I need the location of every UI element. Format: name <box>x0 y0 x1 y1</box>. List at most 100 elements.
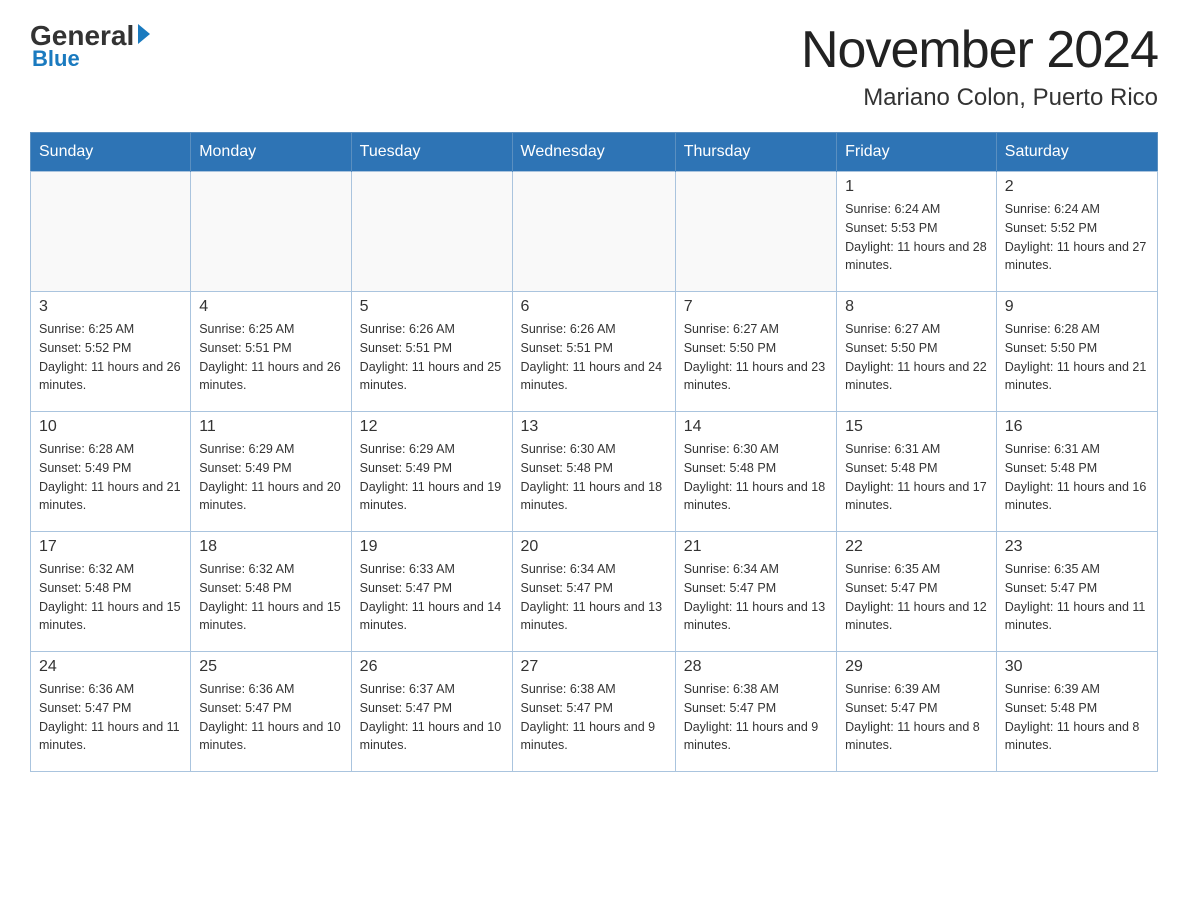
day-info: Sunrise: 6:38 AMSunset: 5:47 PMDaylight:… <box>684 680 828 755</box>
calendar-cell: 27 Sunrise: 6:38 AMSunset: 5:47 PMDayligh… <box>512 652 675 772</box>
calendar-cell: 30 Sunrise: 6:39 AMSunset: 5:48 PMDayligh… <box>996 652 1157 772</box>
calendar-cell: 23 Sunrise: 6:35 AMSunset: 5:47 PMDayligh… <box>996 532 1157 652</box>
day-info: Sunrise: 6:35 AMSunset: 5:47 PMDaylight:… <box>845 560 988 635</box>
calendar-cell: 7 Sunrise: 6:27 AMSunset: 5:50 PMDaylight… <box>675 292 836 412</box>
month-title: November 2024 <box>801 20 1158 80</box>
header-tuesday: Tuesday <box>351 133 512 172</box>
calendar-cell: 16Sunrise: 6:31 AMSunset: 5:48 PMDayligh… <box>996 412 1157 532</box>
day-info: Sunrise: 6:34 AMSunset: 5:47 PMDaylight:… <box>521 560 667 635</box>
day-info: Sunrise: 6:27 AMSunset: 5:50 PMDaylight:… <box>845 320 988 395</box>
logo-arrow-icon <box>138 24 150 44</box>
day-info: Sunrise: 6:28 AMSunset: 5:49 PMDaylight:… <box>39 440 182 515</box>
day-number: 26 <box>360 658 504 676</box>
day-number: 11 <box>199 418 342 436</box>
day-number: 20 <box>521 538 667 556</box>
calendar-cell: 22 Sunrise: 6:35 AMSunset: 5:47 PMDayligh… <box>837 532 997 652</box>
calendar-cell: 25Sunrise: 6:36 AMSunset: 5:47 PMDayligh… <box>191 652 351 772</box>
day-info: Sunrise: 6:34 AMSunset: 5:47 PMDaylight:… <box>684 560 828 635</box>
day-info: Sunrise: 6:37 AMSunset: 5:47 PMDaylight:… <box>360 680 504 755</box>
calendar-cell <box>512 172 675 292</box>
day-number: 18 <box>199 538 342 556</box>
calendar-row-4: 24 Sunrise: 6:36 AMSunset: 5:47 PMDayligh… <box>31 652 1158 772</box>
header-friday: Friday <box>837 133 997 172</box>
calendar-cell: 4 Sunrise: 6:25 AMSunset: 5:51 PMDaylight… <box>191 292 351 412</box>
day-number: 3 <box>39 298 182 316</box>
day-info: Sunrise: 6:26 AMSunset: 5:51 PMDaylight:… <box>360 320 504 395</box>
calendar-cell: 3Sunrise: 6:25 AMSunset: 5:52 PMDaylight… <box>31 292 191 412</box>
calendar-cell: 6 Sunrise: 6:26 AMSunset: 5:51 PMDaylight… <box>512 292 675 412</box>
calendar-cell: 20 Sunrise: 6:34 AMSunset: 5:47 PMDayligh… <box>512 532 675 652</box>
calendar-cell: 18 Sunrise: 6:32 AMSunset: 5:48 PMDayligh… <box>191 532 351 652</box>
calendar-cell: 1 Sunrise: 6:24 AMSunset: 5:53 PMDaylight… <box>837 172 997 292</box>
header-thursday: Thursday <box>675 133 836 172</box>
calendar-cell: 17Sunrise: 6:32 AMSunset: 5:48 PMDayligh… <box>31 532 191 652</box>
day-number: 17 <box>39 538 182 556</box>
location-title: Mariano Colon, Puerto Rico <box>801 84 1158 112</box>
day-info: Sunrise: 6:35 AMSunset: 5:47 PMDaylight:… <box>1005 560 1149 635</box>
day-number: 8 <box>845 298 988 316</box>
logo: General Blue <box>30 20 150 72</box>
calendar-row-0: 1 Sunrise: 6:24 AMSunset: 5:53 PMDaylight… <box>31 172 1158 292</box>
day-number: 4 <box>199 298 342 316</box>
header-wednesday: Wednesday <box>512 133 675 172</box>
calendar-cell: 5Sunrise: 6:26 AMSunset: 5:51 PMDaylight… <box>351 292 512 412</box>
day-info: Sunrise: 6:29 AMSunset: 5:49 PMDaylight:… <box>199 440 342 515</box>
day-info: Sunrise: 6:31 AMSunset: 5:48 PMDaylight:… <box>845 440 988 515</box>
day-info: Sunrise: 6:27 AMSunset: 5:50 PMDaylight:… <box>684 320 828 395</box>
day-info: Sunrise: 6:39 AMSunset: 5:48 PMDaylight:… <box>1005 680 1149 755</box>
calendar-cell: 24 Sunrise: 6:36 AMSunset: 5:47 PMDayligh… <box>31 652 191 772</box>
page-header: General Blue November 2024 Mariano Colon… <box>30 20 1158 112</box>
day-info: Sunrise: 6:36 AMSunset: 5:47 PMDaylight:… <box>39 680 182 755</box>
calendar-cell: 21Sunrise: 6:34 AMSunset: 5:47 PMDayligh… <box>675 532 836 652</box>
day-number: 7 <box>684 298 828 316</box>
day-info: Sunrise: 6:33 AMSunset: 5:47 PMDaylight:… <box>360 560 504 635</box>
calendar-cell: 13Sunrise: 6:30 AMSunset: 5:48 PMDayligh… <box>512 412 675 532</box>
calendar-cell: 14Sunrise: 6:30 AMSunset: 5:48 PMDayligh… <box>675 412 836 532</box>
logo-blue: Blue <box>32 46 80 72</box>
calendar-cell: 2 Sunrise: 6:24 AMSunset: 5:52 PMDaylight… <box>996 172 1157 292</box>
day-info: Sunrise: 6:39 AMSunset: 5:47 PMDaylight:… <box>845 680 988 755</box>
day-number: 24 <box>39 658 182 676</box>
calendar-cell: 28 Sunrise: 6:38 AMSunset: 5:47 PMDayligh… <box>675 652 836 772</box>
day-number: 10 <box>39 418 182 436</box>
calendar-cell: 26 Sunrise: 6:37 AMSunset: 5:47 PMDayligh… <box>351 652 512 772</box>
day-info: Sunrise: 6:30 AMSunset: 5:48 PMDaylight:… <box>684 440 828 515</box>
calendar-cell: 9Sunrise: 6:28 AMSunset: 5:50 PMDaylight… <box>996 292 1157 412</box>
header-saturday: Saturday <box>996 133 1157 172</box>
day-number: 23 <box>1005 538 1149 556</box>
day-info: Sunrise: 6:32 AMSunset: 5:48 PMDaylight:… <box>199 560 342 635</box>
calendar-cell: 8 Sunrise: 6:27 AMSunset: 5:50 PMDaylight… <box>837 292 997 412</box>
day-number: 22 <box>845 538 988 556</box>
day-info: Sunrise: 6:30 AMSunset: 5:48 PMDaylight:… <box>521 440 667 515</box>
header-sunday: Sunday <box>31 133 191 172</box>
day-info: Sunrise: 6:38 AMSunset: 5:47 PMDaylight:… <box>521 680 667 755</box>
calendar-table: Sunday Monday Tuesday Wednesday Thursday… <box>30 132 1158 772</box>
day-info: Sunrise: 6:25 AMSunset: 5:51 PMDaylight:… <box>199 320 342 395</box>
calendar-cell <box>31 172 191 292</box>
calendar-row-2: 10 Sunrise: 6:28 AMSunset: 5:49 PMDayligh… <box>31 412 1158 532</box>
day-number: 29 <box>845 658 988 676</box>
day-number: 2 <box>1005 178 1149 196</box>
title-block: November 2024 Mariano Colon, Puerto Rico <box>801 20 1158 112</box>
day-info: Sunrise: 6:29 AMSunset: 5:49 PMDaylight:… <box>360 440 504 515</box>
day-info: Sunrise: 6:26 AMSunset: 5:51 PMDaylight:… <box>521 320 667 395</box>
calendar-cell: 10 Sunrise: 6:28 AMSunset: 5:49 PMDayligh… <box>31 412 191 532</box>
calendar-cell <box>675 172 836 292</box>
calendar-cell: 11 Sunrise: 6:29 AMSunset: 5:49 PMDayligh… <box>191 412 351 532</box>
day-number: 15 <box>845 418 988 436</box>
day-number: 6 <box>521 298 667 316</box>
calendar-cell <box>351 172 512 292</box>
calendar-row-3: 17 Sunrise: 6:32 AMSunset: 5:48 PMDayligh… <box>31 532 1158 652</box>
day-number: 27 <box>521 658 667 676</box>
day-number: 30 <box>1005 658 1149 676</box>
calendar-cell: 12 Sunrise: 6:29 AMSunset: 5:49 PMDayligh… <box>351 412 512 532</box>
day-number: 12 <box>360 418 504 436</box>
calendar-row-1: 3Sunrise: 6:25 AMSunset: 5:52 PMDaylight… <box>31 292 1158 412</box>
calendar-cell: 19Sunrise: 6:33 AMSunset: 5:47 PMDayligh… <box>351 532 512 652</box>
day-info: Sunrise: 6:24 AMSunset: 5:53 PMDaylight:… <box>845 200 988 275</box>
day-number: 28 <box>684 658 828 676</box>
calendar-cell: 15 Sunrise: 6:31 AMSunset: 5:48 PMDayligh… <box>837 412 997 532</box>
day-number: 16 <box>1005 418 1149 436</box>
day-number: 1 <box>845 178 988 196</box>
day-info: Sunrise: 6:24 AMSunset: 5:52 PMDaylight:… <box>1005 200 1149 275</box>
